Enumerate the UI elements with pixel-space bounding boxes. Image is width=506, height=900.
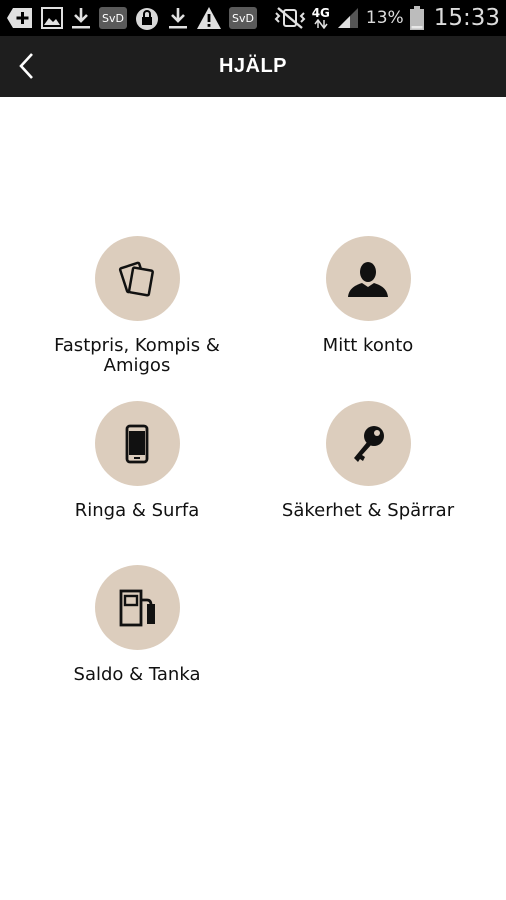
person-icon — [348, 261, 388, 297]
phone-icon — [125, 424, 149, 463]
menu-item-circle — [325, 401, 411, 486]
menu-item-circle — [94, 401, 180, 486]
download-icon — [70, 5, 92, 31]
menu-item-circle — [325, 236, 411, 321]
app-bar: HJÄLP — [0, 36, 506, 97]
download-icon — [167, 5, 189, 31]
fuel-pump-icon — [119, 589, 155, 626]
menu-item-label: Fastpris, Kompis & Amigos — [54, 335, 220, 376]
signal-icon — [336, 5, 360, 31]
network-4g-icon: 4G — [312, 5, 330, 31]
svd-icon: SvD — [99, 7, 127, 29]
image-icon — [41, 5, 63, 31]
warning-icon — [196, 5, 222, 31]
cards-icon — [118, 261, 154, 297]
svd-icon: SvD — [228, 7, 257, 29]
help-menu: Fastpris, Kompis & Amigos Mitt konto Rin… — [0, 97, 506, 900]
menu-item-ringa-surfa[interactable]: Ringa & Surfa — [22, 401, 252, 521]
key-icon — [354, 425, 384, 462]
battery-icon — [409, 5, 424, 31]
status-bar: SvD SvD 4G 13% 15:33 — [0, 0, 506, 36]
padlock-icon — [134, 5, 160, 31]
battery-percent: 13% — [365, 8, 404, 28]
menu-item-label: Mitt konto — [322, 335, 414, 356]
menu-item-circle — [94, 565, 180, 650]
back-button[interactable] — [6, 46, 46, 86]
chevron-left-icon — [19, 53, 33, 79]
menu-item-fastpris[interactable]: Fastpris, Kompis & Amigos — [22, 236, 252, 376]
menu-item-sakerhet[interactable]: Säkerhet & Spärrar — [253, 401, 483, 521]
menu-item-mitt-konto[interactable]: Mitt konto — [253, 236, 483, 356]
menu-item-label: Saldo & Tanka — [73, 664, 201, 685]
menu-item-saldo-tanka[interactable]: Saldo & Tanka — [22, 565, 252, 685]
menu-item-label: Säkerhet & Spärrar — [281, 500, 455, 521]
vibrate-mute-icon — [274, 5, 306, 31]
menu-item-circle — [94, 236, 180, 321]
clock: 15:33 — [433, 5, 500, 31]
menu-item-label: Ringa & Surfa — [74, 500, 200, 521]
add-box-icon — [6, 5, 34, 31]
page-title: HJÄLP — [218, 55, 288, 77]
